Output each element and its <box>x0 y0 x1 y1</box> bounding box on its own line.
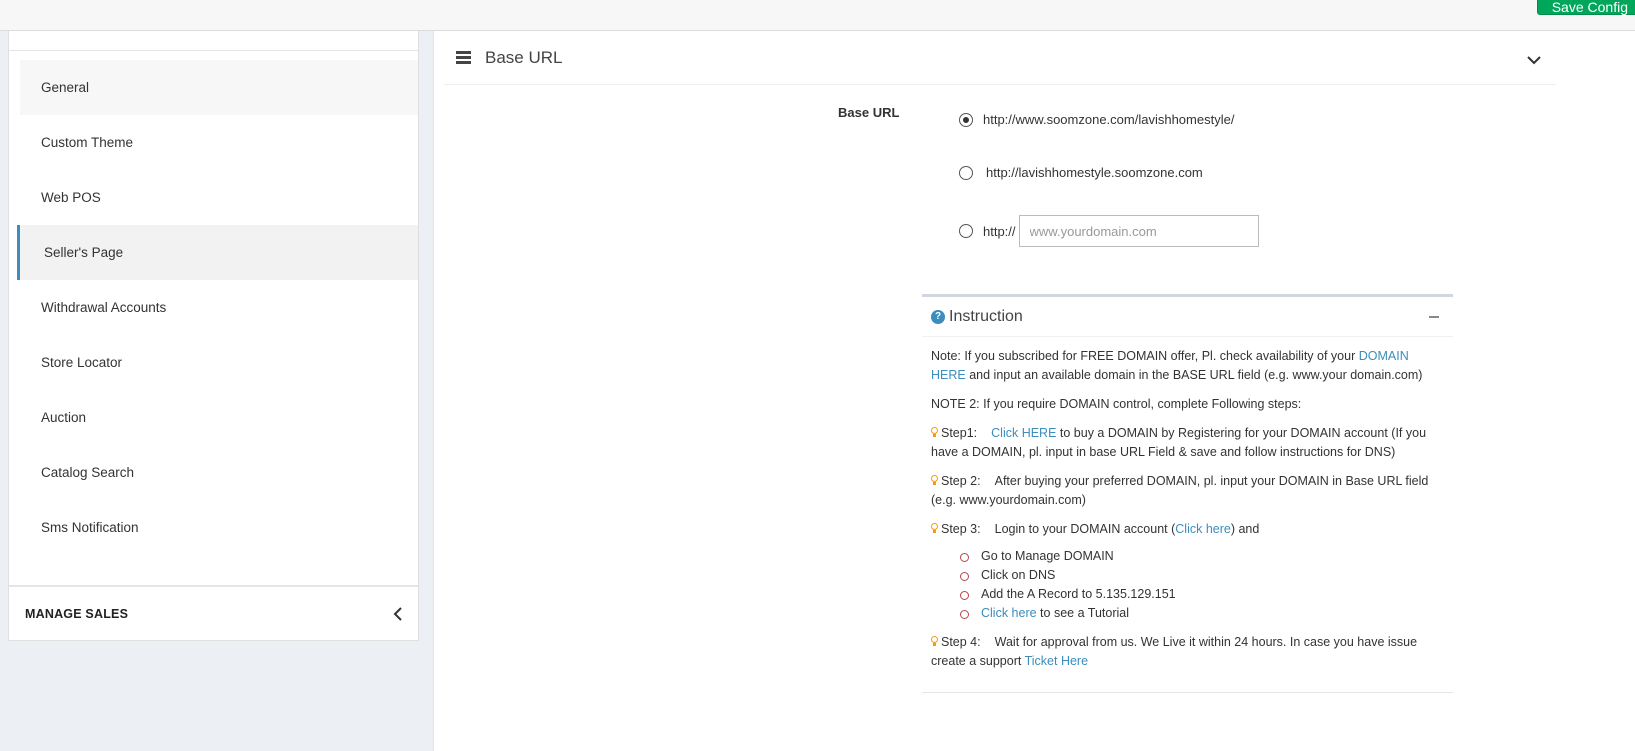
chevron-down-icon[interactable] <box>1526 55 1542 65</box>
collapse-minus-icon[interactable] <box>1429 316 1439 318</box>
note-1: Note: If you subscribed for FREE DOMAIN … <box>931 349 1423 382</box>
sidebar-menu: General Custom Theme Web POS Seller's Pa… <box>9 51 418 555</box>
tutorial-link[interactable]: Click here <box>981 606 1037 620</box>
support-ticket-link[interactable]: Ticket Here <box>1025 654 1088 668</box>
option-label-http-prefix: http:// <box>983 223 1016 239</box>
sidebar-item-custom-theme[interactable]: Custom Theme <box>20 115 418 170</box>
base-url-option-custom[interactable]: http:// <box>959 215 1259 247</box>
question-circle-icon: ? <box>931 309 945 324</box>
sidebar-item-sellers-page[interactable]: Seller's Page <box>17 225 418 280</box>
manage-sales-label: MANAGE SALES <box>25 607 129 621</box>
base-url-option-subdomain[interactable]: http://lavishhomestyle.soomzone.com <box>959 165 1203 180</box>
sidebar-item-withdrawal-accounts[interactable]: Withdrawal Accounts <box>20 280 418 335</box>
manage-sales-section-toggle[interactable]: MANAGE SALES <box>9 587 418 641</box>
instruction-box: ? Instruction Note: If you subscribed fo… <box>922 294 1453 693</box>
option-label-subpath: http://www.soomzone.com/lavishhomestyle/ <box>983 112 1235 127</box>
list-item: Go to Manage DOMAIN <box>960 547 1444 566</box>
instruction-body: Note: If you subscribed for FREE DOMAIN … <box>922 337 1453 671</box>
hamburger-menu-icon[interactable] <box>456 51 471 64</box>
sidebar-item-general[interactable]: General <box>20 60 418 115</box>
step-4: Step 4: Wait for approval from us. We Liv… <box>931 635 1418 668</box>
lightbulb-icon <box>931 636 939 647</box>
list-item: Click on DNS <box>960 566 1444 585</box>
instruction-header: ? Instruction <box>922 297 1453 337</box>
radio-custom-domain[interactable] <box>959 224 973 238</box>
lightbulb-icon <box>931 523 939 534</box>
sidebar-header <box>9 31 418 51</box>
instruction-title: Instruction <box>949 307 1023 325</box>
radio-subpath[interactable] <box>959 112 973 127</box>
step-2: Step 2: After buying your preferred DOMAI… <box>931 474 1429 507</box>
domain-login-link[interactable]: Click here <box>1175 522 1231 536</box>
buy-domain-link[interactable]: Click HERE <box>991 426 1056 440</box>
base-url-option-subpath[interactable]: http://www.soomzone.com/lavishhomestyle/ <box>959 112 1234 127</box>
custom-domain-input[interactable] <box>1018 215 1259 247</box>
sidebar-item-sms-notification[interactable]: Sms Notification <box>20 500 418 555</box>
sidebar-item-auction[interactable]: Auction <box>20 390 418 445</box>
sidebar: General Custom Theme Web POS Seller's Pa… <box>8 31 419 641</box>
sidebar-item-web-pos[interactable]: Web POS <box>20 170 418 225</box>
panel-header: Base URL <box>444 31 1556 85</box>
list-item: Add the A Record to 5.135.129.151 <box>960 585 1444 604</box>
option-label-subdomain: http://lavishhomestyle.soomzone.com <box>986 165 1203 180</box>
main-panel: Base URL Base URL http://www.soomzone.co… <box>433 31 1635 751</box>
lightbulb-icon <box>931 427 939 438</box>
note-2: NOTE 2: If you require DOMAIN control, c… <box>931 397 1302 411</box>
radio-subdomain[interactable] <box>959 165 973 180</box>
sidebar-item-catalog-search[interactable]: Catalog Search <box>20 445 418 500</box>
list-item: Click here to see a Tutorial <box>960 604 1444 623</box>
dns-substeps-list: Go to Manage DOMAIN Click on DNS Add the… <box>960 547 1444 623</box>
step-1: Step1: Click HERE to buy a DOMAIN by Regi… <box>931 426 1427 459</box>
base-url-field-label: Base URL <box>838 105 900 120</box>
sidebar-item-store-locator[interactable]: Store Locator <box>20 335 418 390</box>
top-toolbar: Save Config <box>0 0 1635 31</box>
step-3: Step 3: Login to your DOMAIN account (Cli… <box>931 520 1444 539</box>
lightbulb-icon <box>931 475 939 486</box>
panel-title: Base URL <box>485 48 563 67</box>
save-config-button[interactable]: Save Config <box>1536 0 1635 15</box>
chevron-left-icon <box>393 607 402 621</box>
